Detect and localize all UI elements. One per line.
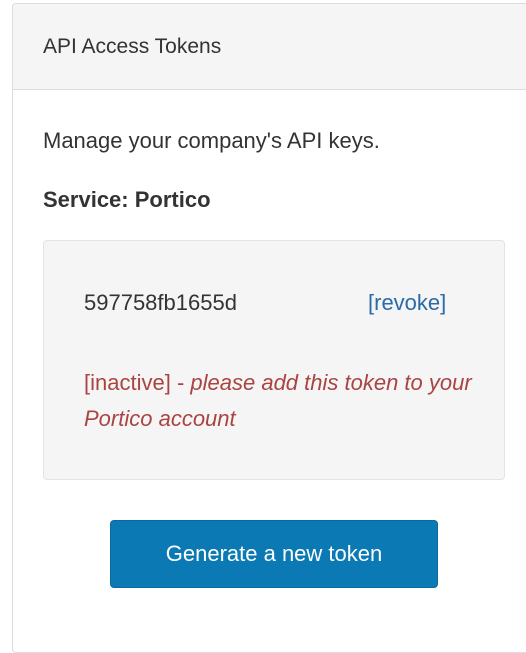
panel-title: API Access Tokens [43, 34, 222, 58]
token-id: 597758fb1655d [84, 290, 237, 315]
token-status-tag: [inactive] [84, 370, 171, 395]
service-name: Portico [134, 187, 211, 212]
token-status-separator: - [170, 370, 191, 395]
api-tokens-panel: API Access Tokens Manage your company's … [12, 3, 526, 653]
revoke-link[interactable]: [revoke] [368, 290, 446, 316]
panel-heading: API Access Tokens [13, 4, 526, 90]
token-card: 597758fb1655d [revoke] [inactive] - plea… [43, 240, 505, 480]
panel-description: Manage your company's API keys. [43, 128, 380, 153]
service-label-prefix: Service: [43, 187, 129, 212]
token-status: [inactive] - please add this token to yo… [84, 365, 484, 437]
generate-token-button[interactable]: Generate a new token [110, 520, 438, 588]
service-label: Service: Portico [43, 187, 211, 213]
